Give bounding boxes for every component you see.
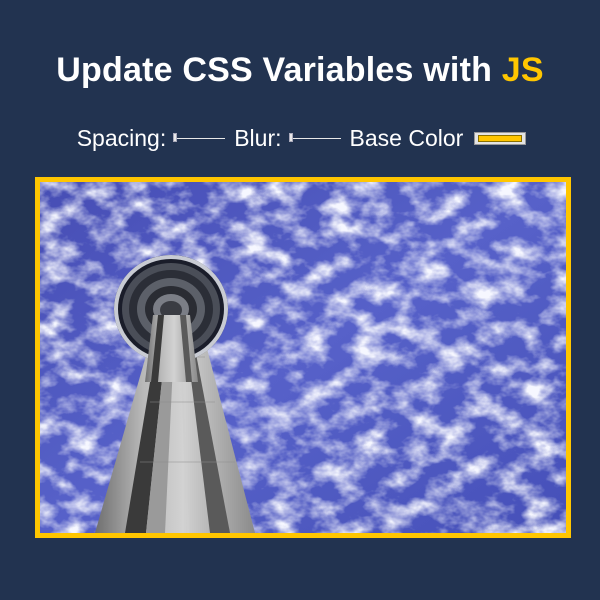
base-color-label: Base Color <box>349 124 464 151</box>
cn-tower-photo <box>40 182 566 533</box>
spacing-slider[interactable] <box>173 131 226 145</box>
page-title: Update CSS Variables with JS <box>0 50 600 90</box>
blur-label: Blur: <box>234 124 282 151</box>
title-text: Update CSS Variables with <box>56 51 502 89</box>
spacing-slider-thumb[interactable] <box>173 133 178 142</box>
base-color-picker[interactable] <box>474 131 527 145</box>
blur-slider-track <box>288 138 341 139</box>
blur-slider[interactable] <box>288 131 341 145</box>
base-color-fill <box>478 134 523 142</box>
blur-slider-thumb[interactable] <box>288 133 293 142</box>
image-frame <box>35 177 571 538</box>
spacing-slider-track <box>173 138 226 139</box>
spacing-label: Spacing: <box>76 124 167 151</box>
page: Update CSS Variables with JS Spacing: Bl… <box>0 0 600 600</box>
controls-bar: Spacing: Blur: Base Color <box>0 123 600 153</box>
title-highlight: JS <box>501 51 544 89</box>
